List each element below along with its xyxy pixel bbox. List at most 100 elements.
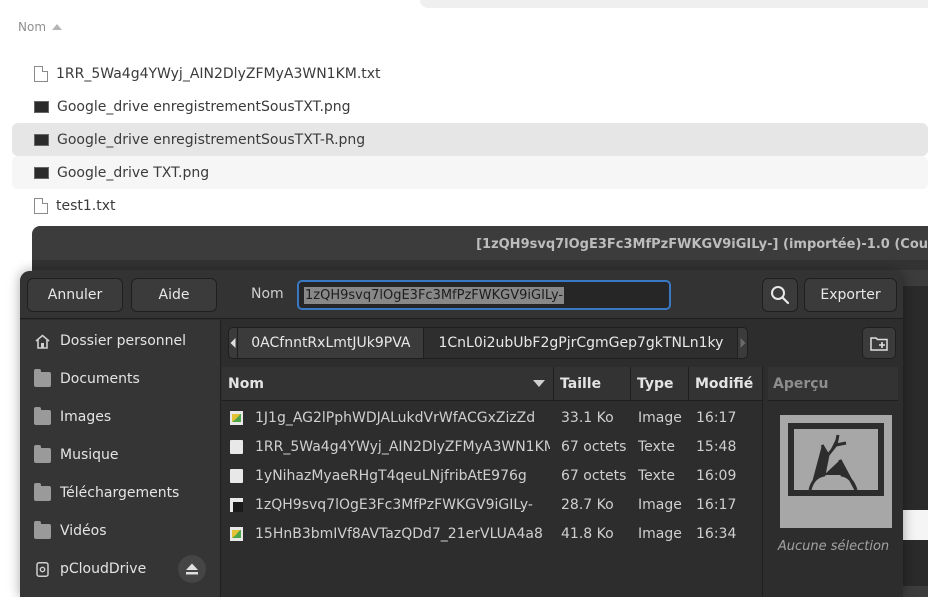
background-name-column-header[interactable]: Nom	[18, 20, 63, 34]
background-search-bar	[420, 0, 928, 8]
table-row[interactable]: 1zQH9svq7lOgE3Fc3MfPzFWKGV9iGILy- 28.7 K…	[222, 490, 762, 519]
sidebar-item-label: Images	[60, 409, 112, 425]
file-size: 67 octets	[561, 438, 627, 455]
image-file-icon	[230, 526, 243, 541]
file-name: 1RR_5Wa4g4YWyj_AIN2DlyZFMyA3WN1KM	[255, 438, 550, 455]
file-type: Image	[638, 525, 682, 542]
background-file-list: 1RR_5Wa4g4YWyj_AIN2DlyZFMyA3WN1KM.txt Go…	[12, 57, 928, 222]
column-header-size[interactable]: Taille	[554, 367, 631, 401]
background-file-row[interactable]: Google_drive enregistrementSousTXT.png	[12, 90, 928, 123]
column-header-name[interactable]: Nom	[222, 367, 554, 401]
background-file-row[interactable]: Google_drive TXT.png	[12, 156, 928, 189]
file-size: 28.7 Ko	[561, 496, 614, 513]
sidebar-item-downloads[interactable]: Téléchargements	[20, 474, 220, 512]
table-row[interactable]: 1J1g_AG2lPphWDJALukdVrWfACGxZizZd 33.1 K…	[222, 403, 762, 432]
preview-caption: Aucune sélection	[777, 539, 890, 554]
background-file-row[interactable]: test1.txt	[12, 189, 928, 222]
sidebar-item-images[interactable]: Images	[20, 398, 220, 436]
sidebar-item-label: Documents	[60, 371, 140, 387]
export-dialog: Annuler Aide Nom 1zQH9svq7lOgE3Fc3MfPzFW…	[20, 271, 903, 597]
sidebar-item-documents[interactable]: Documents	[20, 360, 220, 398]
image-file-icon	[34, 166, 49, 179]
background-file-name: test1.txt	[56, 197, 116, 214]
image-file-icon	[230, 497, 243, 512]
sort-descending-icon	[533, 380, 545, 387]
sidebar-item-label: Téléchargements	[60, 485, 180, 501]
export-button[interactable]: Exporter	[804, 278, 897, 312]
file-name: 1yNihazMyaeRHgT4qeuLNjfribAtE976g	[255, 467, 527, 484]
folder-icon	[34, 520, 51, 539]
drive-icon	[36, 561, 49, 577]
dialog-header: Annuler Aide Nom 1zQH9svq7lOgE3Fc3MfPzFW…	[20, 271, 903, 319]
places-sidebar: Dossier personnel Documents Images Musiq…	[20, 320, 221, 597]
home-icon	[35, 333, 50, 349]
background-file-name: Google_drive TXT.png	[57, 164, 210, 181]
sidebar-item-pclouddrive[interactable]: pCloudDrive	[20, 550, 220, 588]
background-name-column-label: Nom	[18, 20, 47, 34]
new-folder-button[interactable]	[862, 327, 896, 359]
file-size: 67 octets	[561, 467, 627, 484]
text-file-icon	[34, 65, 48, 82]
path-bar: 0ACfnntRxLmtJUk9PVA 1CnL0i2ubUbF2gPjrCgm…	[228, 327, 748, 359]
text-file-icon	[34, 197, 48, 214]
background-file-name: Google_drive enregistrementSousTXT.png	[57, 98, 351, 115]
name-field-label: Nom	[251, 286, 284, 302]
folder-icon	[34, 368, 51, 387]
background-file-name: 1RR_5Wa4g4YWyj_AIN2DlyZFMyA3WN1KM.txt	[56, 65, 381, 82]
path-scroll-left-button[interactable]	[229, 328, 239, 358]
search-button[interactable]	[762, 278, 798, 312]
table-row[interactable]: 1RR_5Wa4g4YWyj_AIN2DlyZFMyA3WN1KM 67 oct…	[222, 432, 762, 461]
preview-pane: Aperçu Aucune sélection	[762, 367, 903, 597]
search-icon	[771, 286, 790, 305]
filename-input-selected-text: 1zQH9svq7lOgE3Fc3MfPzFWKGV9iGILy-	[304, 286, 565, 304]
file-type: Texte	[638, 438, 675, 455]
preview-title: Aperçu	[768, 367, 898, 401]
sidebar-item-label: Musique	[60, 447, 119, 463]
file-modified: 16:17	[696, 496, 737, 513]
background-file-name: Google_drive enregistrementSousTXT-R.png	[57, 131, 366, 148]
file-modified: 16:17	[696, 409, 737, 426]
sidebar-item-music[interactable]: Musique	[20, 436, 220, 474]
file-name: 1zQH9svq7lOgE3Fc3MfPzFWKGV9iGILy-	[255, 496, 533, 513]
text-file-icon	[230, 439, 243, 454]
table-row[interactable]: 15HnB3bmIVf8AVTazQDd7_21erVLUA4a8 41.8 K…	[222, 519, 762, 548]
column-header-type[interactable]: Type	[631, 367, 689, 401]
text-file-icon	[230, 468, 243, 483]
editor-canvas-edge	[902, 286, 928, 586]
column-header-label: Nom	[228, 375, 264, 392]
table-row[interactable]: 1yNihazMyaeRHgT4qeuLNjfribAtE976g 67 oct…	[222, 461, 762, 490]
file-name: 15HnB3bmIVf8AVTazQDd7_21erVLUA4a8	[255, 525, 543, 542]
editor-panel-edge	[902, 510, 928, 540]
folder-icon	[34, 482, 51, 501]
chevron-left-icon	[230, 338, 236, 348]
sort-ascending-icon	[52, 24, 63, 30]
column-header-modified[interactable]: Modifié	[689, 367, 762, 401]
file-modified: 15:48	[696, 438, 737, 455]
file-size: 33.1 Ko	[561, 409, 614, 426]
file-table: Nom Taille Type Modifié 1J1g_AG2lPphWDJA…	[222, 367, 762, 597]
editor-window-title: [1zQH9svq7lOgE3Fc3MfPzFWKGV9iGILy-] (imp…	[476, 237, 928, 252]
file-modified: 16:09	[696, 467, 737, 484]
new-folder-icon	[870, 337, 888, 351]
file-type: Image	[638, 496, 682, 513]
filename-input[interactable]: 1zQH9svq7lOgE3Fc3MfPzFWKGV9iGILy-	[297, 280, 671, 310]
background-file-row-selected[interactable]: Google_drive enregistrementSousTXT-R.png	[12, 123, 928, 156]
path-segment-current[interactable]: 1CnL0i2ubUbF2gPjrCgmGep7gkTNLn1ky	[424, 328, 739, 358]
file-name: 1J1g_AG2lPphWDJALukdVrWfACGxZizZd	[255, 409, 536, 426]
image-file-icon	[230, 410, 243, 425]
cancel-button[interactable]: Annuler	[27, 278, 123, 312]
editor-menubar	[32, 260, 928, 270]
path-scroll-right-button[interactable]	[738, 328, 747, 358]
background-file-row[interactable]: 1RR_5Wa4g4YWyj_AIN2DlyZFMyA3WN1KM.txt	[12, 57, 928, 90]
sidebar-item-label: Dossier personnel	[60, 333, 187, 349]
sidebar-item-label: pCloudDrive	[60, 561, 147, 577]
folder-icon	[34, 444, 51, 463]
folder-icon	[34, 406, 51, 425]
sidebar-item-label: Vidéos	[60, 523, 107, 539]
path-segment[interactable]: 0ACfnntRxLmtJUk9PVA	[238, 328, 425, 358]
sidebar-item-home[interactable]: Dossier personnel	[20, 322, 220, 360]
eject-button[interactable]	[178, 555, 206, 583]
sidebar-item-videos[interactable]: Vidéos	[20, 512, 220, 550]
help-button[interactable]: Aide	[131, 278, 217, 312]
file-type: Texte	[638, 467, 675, 484]
